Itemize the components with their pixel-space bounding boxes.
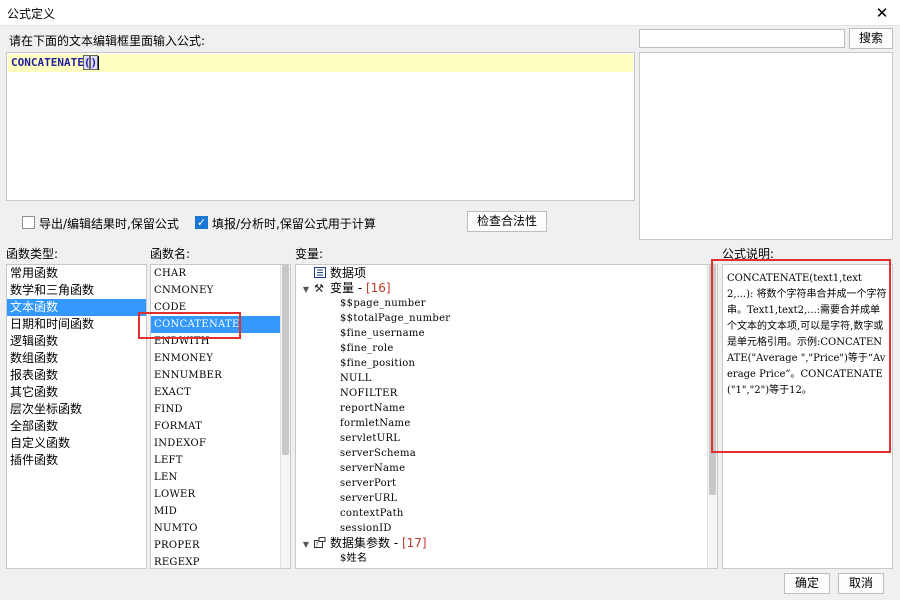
title-bar: 公式定义 ✕: [0, 0, 900, 26]
function-type-item[interactable]: 层次坐标函数: [7, 401, 146, 418]
ok-button[interactable]: 确定: [784, 573, 830, 594]
function-name-item[interactable]: LEFT: [151, 452, 280, 469]
search-input[interactable]: [639, 29, 845, 48]
function-name-item[interactable]: LOWER: [151, 486, 280, 503]
formula-close-paren: ): [89, 55, 99, 70]
function-type-item[interactable]: 日期和时间函数: [7, 316, 146, 333]
variable-item[interactable]: servletURL: [300, 431, 700, 446]
table-icon: [314, 267, 326, 278]
svg-text:?: ?: [316, 542, 319, 549]
variable-item[interactable]: serverName: [300, 461, 700, 476]
fill-keep-formula-label: 填报/分析时,保留公式用于计算: [212, 217, 376, 231]
export-keep-formula-label: 导出/编辑结果时,保留公式: [39, 217, 179, 231]
variable-item[interactable]: NOFILTER: [300, 386, 700, 401]
variable-item[interactable]: $fine_role: [300, 341, 700, 356]
formula-text: CONCATENATE(): [11, 55, 100, 71]
variable-item[interactable]: contextPath: [300, 506, 700, 521]
function-name-item[interactable]: CHAR: [151, 265, 280, 282]
cancel-button[interactable]: 取消: [838, 573, 884, 594]
tree-node-variables[interactable]: ▼ ⚒ 变量 - [16]: [300, 281, 700, 296]
function-name-item[interactable]: MID: [151, 503, 280, 520]
tree-node-data-items[interactable]: 数据项: [300, 266, 700, 281]
variable-item[interactable]: reportName: [300, 401, 700, 416]
search-button[interactable]: 搜索: [849, 28, 893, 49]
search-results-pane: [639, 52, 893, 240]
function-type-item[interactable]: 常用函数: [7, 265, 146, 282]
tree-node-label: 数据集参数: [330, 536, 391, 550]
dataset-count: [17]: [401, 536, 427, 550]
variable-item[interactable]: $$page_number: [300, 296, 700, 311]
formula-editor[interactable]: CONCATENATE(): [6, 52, 635, 201]
variable-item[interactable]: formletName: [300, 416, 700, 431]
function-type-item[interactable]: 文本函数: [7, 299, 146, 316]
function-type-label: 函数类型:: [6, 247, 59, 261]
window-title: 公式定义: [7, 7, 56, 21]
function-name-item[interactable]: ENNUMBER: [151, 367, 280, 384]
tree-node-label: 数据项: [330, 266, 367, 280]
expand-arrow-icon[interactable]: ▼: [300, 537, 312, 552]
svg-text:⚒: ⚒: [314, 282, 324, 293]
function-type-item[interactable]: 其它函数: [7, 384, 146, 401]
function-type-item[interactable]: 自定义函数: [7, 435, 146, 452]
variable-item[interactable]: serverURL: [300, 491, 700, 506]
validate-button[interactable]: 检查合法性: [467, 211, 547, 232]
text-caret: [98, 56, 100, 70]
variable-icon: ⚒: [314, 282, 324, 293]
variable-label: 变量:: [295, 247, 324, 261]
function-type-item[interactable]: 插件函数: [7, 452, 146, 469]
variable-item[interactable]: $fine_position: [300, 356, 700, 371]
function-name-item[interactable]: ENMONEY: [151, 350, 280, 367]
dataset-param-item[interactable]: $姓名: [300, 551, 700, 566]
variable-tree[interactable]: 数据项 ▼ ⚒ 变量 - [16] $$page_number $$totalPage…: [295, 264, 718, 569]
function-name-item[interactable]: PROPER: [151, 537, 280, 554]
scrollbar-thumb[interactable]: [282, 265, 289, 455]
function-name-item[interactable]: FIND: [151, 401, 280, 418]
highlight-box-description: [711, 259, 891, 453]
editor-label: 请在下面的文本编辑框里面输入公式:: [9, 34, 206, 48]
highlight-box-function: [138, 312, 241, 339]
function-type-item[interactable]: 全部函数: [7, 418, 146, 435]
function-name-label: 函数名:: [150, 247, 191, 261]
variable-item[interactable]: sessionID: [300, 521, 700, 536]
variable-item[interactable]: serverSchema: [300, 446, 700, 461]
function-name-item[interactable]: CNMONEY: [151, 282, 280, 299]
variable-item[interactable]: serverPort: [300, 476, 700, 491]
function-type-list[interactable]: 常用函数 数学和三角函数 文本函数 日期和时间函数 逻辑函数 数组函数 报表函数 其它函数 层次…: [6, 264, 147, 569]
function-name-item[interactable]: INDEXOF: [151, 435, 280, 452]
export-keep-formula-checkbox[interactable]: [22, 216, 35, 229]
function-name-item[interactable]: LEN: [151, 469, 280, 486]
function-name-item[interactable]: FORMAT: [151, 418, 280, 435]
variable-item[interactable]: NULL: [300, 371, 700, 386]
current-line-highlight: CONCATENATE(): [8, 54, 633, 72]
expand-arrow-icon[interactable]: ▼: [300, 282, 312, 297]
function-name-item[interactable]: NUMTO: [151, 520, 280, 537]
tree-node-label: 变量: [330, 281, 355, 295]
function-name-scrollbar[interactable]: [280, 265, 290, 568]
function-type-item[interactable]: 数学和三角函数: [7, 282, 146, 299]
fill-keep-formula-checkbox[interactable]: ✓: [195, 216, 208, 229]
formula-function-name: CONCATENATE: [11, 56, 84, 69]
function-type-item[interactable]: 数组函数: [7, 350, 146, 367]
close-icon[interactable]: ✕: [872, 3, 892, 23]
function-name-item[interactable]: REGEXP: [151, 554, 280, 568]
function-type-item[interactable]: 报表函数: [7, 367, 146, 384]
tree-node-dataset-params[interactable]: ▼? 数据集参数 - [17]: [300, 536, 700, 551]
variable-item[interactable]: $$totalPage_number: [300, 311, 700, 326]
variable-item[interactable]: $fine_username: [300, 326, 700, 341]
dataset-param-icon: ?: [314, 537, 326, 548]
function-name-list[interactable]: CHAR CNMONEY CODE CONCATENATE ENDWITH ENMONEY…: [150, 264, 291, 569]
function-name-item[interactable]: EXACT: [151, 384, 280, 401]
function-type-item[interactable]: 逻辑函数: [7, 333, 146, 350]
variable-count: [16]: [365, 281, 391, 295]
